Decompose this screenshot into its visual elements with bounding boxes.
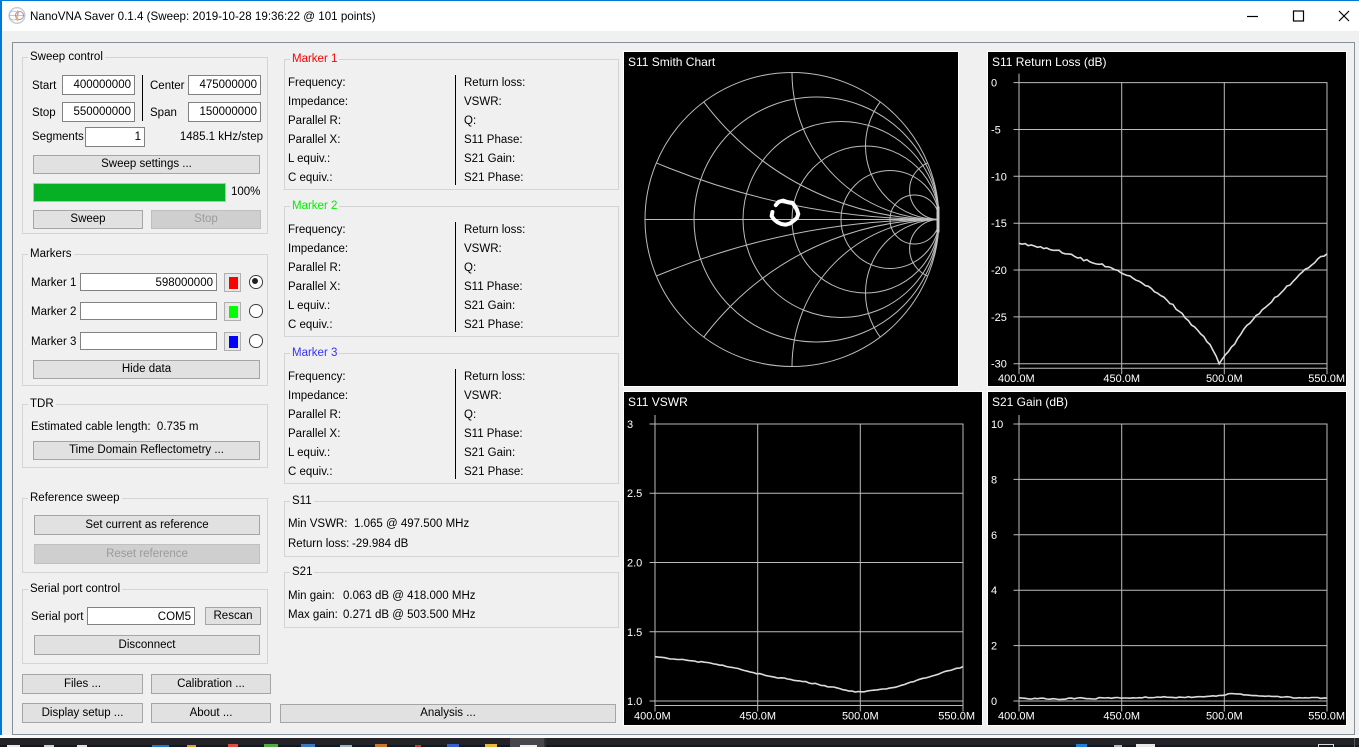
- svg-text:400.0M: 400.0M: [998, 711, 1035, 723]
- svg-text:8: 8: [991, 474, 997, 486]
- svg-text:S11 Smith Chart: S11 Smith Chart: [628, 55, 716, 69]
- svg-text:500.0M: 500.0M: [1206, 373, 1243, 385]
- svg-text:3: 3: [627, 419, 633, 431]
- svg-text:550.0M: 550.0M: [938, 711, 975, 723]
- svg-text:-10: -10: [991, 171, 1007, 183]
- svg-text:S21 Gain (dB): S21 Gain (dB): [992, 395, 1068, 409]
- svg-text:S11 Return Loss (dB): S11 Return Loss (dB): [992, 55, 1107, 69]
- svg-text:2.0: 2.0: [627, 558, 642, 570]
- svg-text:0: 0: [991, 78, 997, 90]
- svg-text:10: 10: [991, 419, 1003, 431]
- svg-text:4: 4: [991, 585, 997, 597]
- svg-text:550.0M: 550.0M: [1308, 711, 1345, 723]
- svg-text:6: 6: [991, 530, 997, 542]
- svg-text:1.5: 1.5: [627, 627, 642, 639]
- svg-text:-15: -15: [991, 218, 1007, 230]
- svg-text:450.0M: 450.0M: [739, 711, 776, 723]
- svg-text:450.0M: 450.0M: [1103, 711, 1140, 723]
- svg-text:S11 VSWR: S11 VSWR: [628, 395, 688, 409]
- svg-text:400.0M: 400.0M: [634, 711, 671, 723]
- svg-text:0: 0: [991, 696, 997, 708]
- svg-text:400.0M: 400.0M: [998, 373, 1035, 385]
- svg-text:1.0: 1.0: [627, 696, 642, 708]
- svg-text:2: 2: [991, 641, 997, 653]
- svg-text:-20: -20: [991, 265, 1007, 277]
- svg-text:500.0M: 500.0M: [1206, 711, 1243, 723]
- svg-text:550.0M: 550.0M: [1308, 373, 1345, 385]
- svg-text:-25: -25: [991, 312, 1007, 324]
- svg-text:-5: -5: [991, 125, 1001, 137]
- svg-text:2.5: 2.5: [627, 488, 642, 500]
- svg-text:-30: -30: [991, 359, 1007, 371]
- svg-text:500.0M: 500.0M: [842, 711, 879, 723]
- svg-text:450.0M: 450.0M: [1103, 373, 1140, 385]
